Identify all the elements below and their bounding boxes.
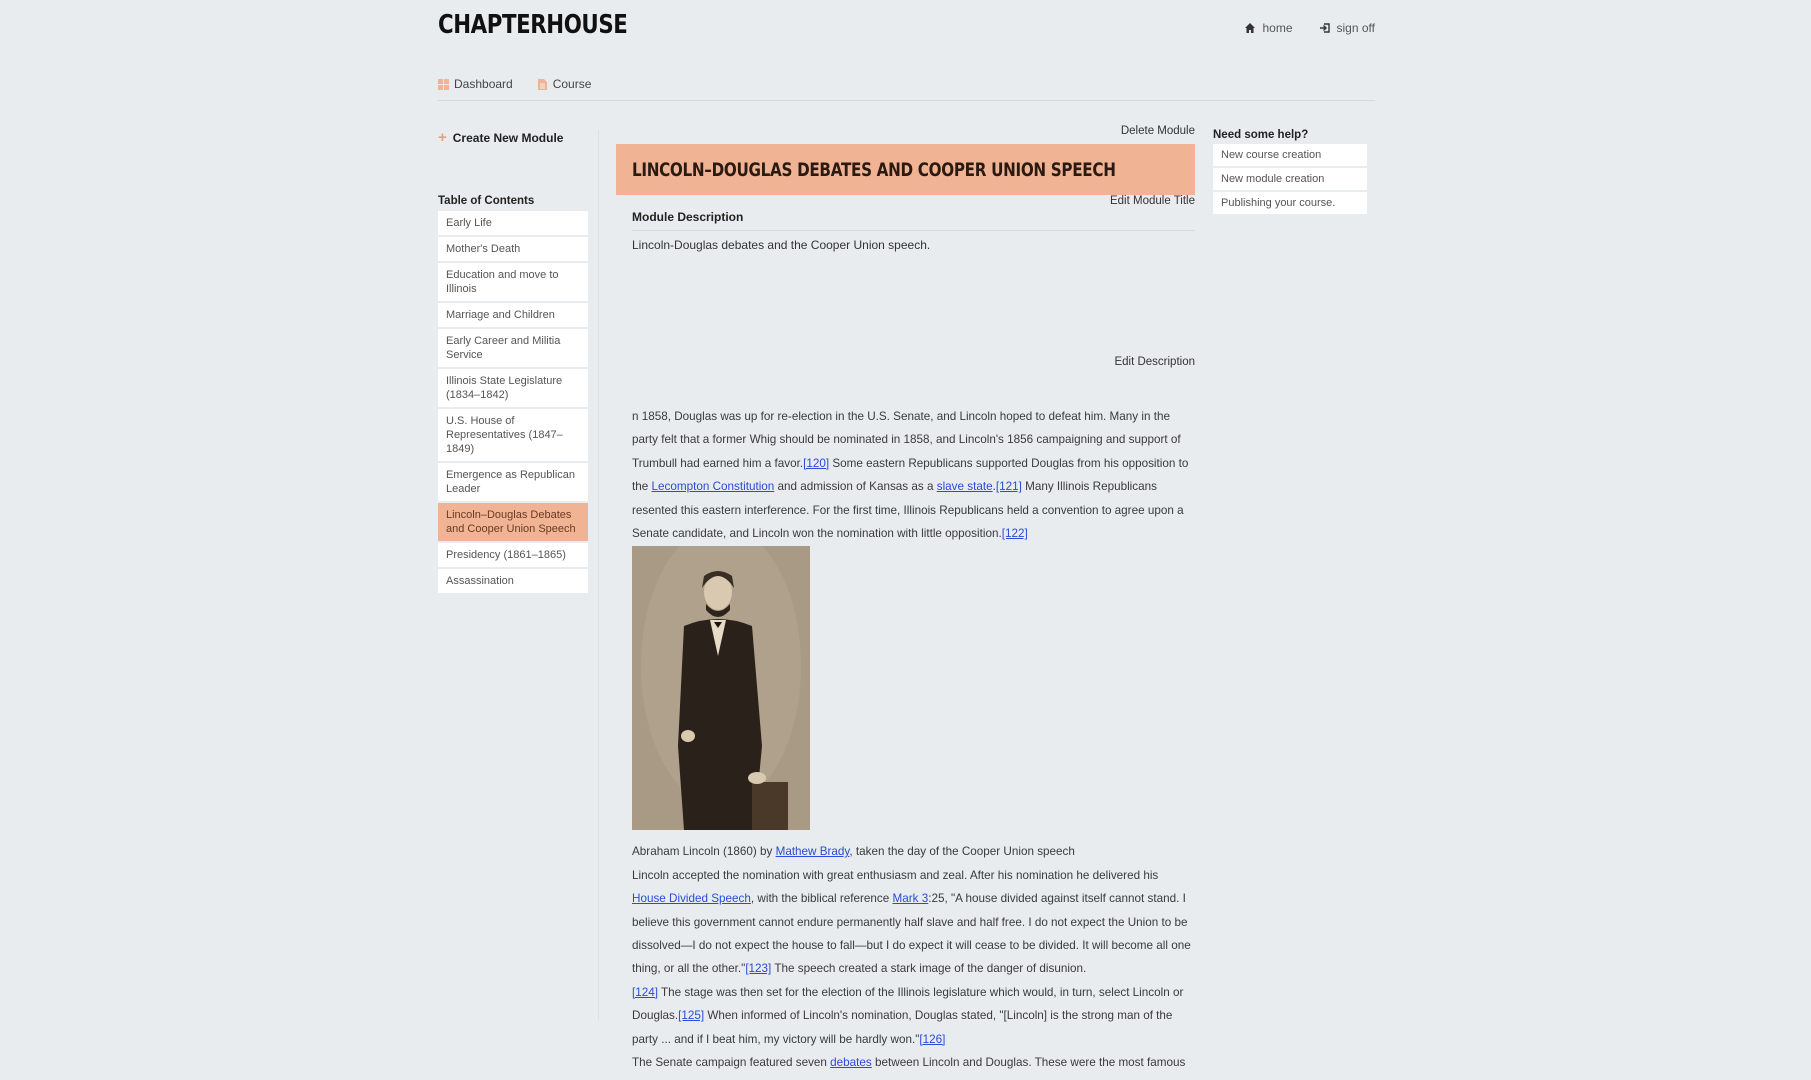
- page: CHAPTERHOUSE home sign off Dashboard Cou…: [438, 0, 1375, 1080]
- toc-item[interactable]: Early Career and Militia Service: [438, 329, 588, 367]
- lincoln-portrait-image: [632, 546, 810, 831]
- create-module-button[interactable]: + Create New Module: [438, 130, 598, 145]
- toc-item[interactable]: Early Life: [438, 211, 588, 235]
- module-description-text: Lincoln-Douglas debates and the Cooper U…: [632, 238, 931, 252]
- toc-item-active[interactable]: Lincoln–Douglas Debates and Cooper Union…: [438, 503, 588, 541]
- citation-link[interactable]: [120]: [803, 457, 829, 470]
- citation-link[interactable]: [122]: [1002, 527, 1028, 540]
- toc-title: Table of Contents: [438, 195, 535, 207]
- sign-off-label: sign off: [1336, 21, 1375, 35]
- help-link-publishing[interactable]: Publishing your course.: [1213, 192, 1367, 214]
- sign-off-icon: [1319, 23, 1330, 33]
- nav-dashboard[interactable]: Dashboard: [438, 77, 513, 91]
- dashboard-icon: [438, 78, 449, 90]
- toc-item[interactable]: U.S. House of Representatives (1847–1849…: [438, 409, 588, 461]
- mathew-brady-link[interactable]: Mathew Brady: [776, 845, 850, 858]
- course-icon: [537, 78, 547, 90]
- citation-link[interactable]: [125]: [678, 1009, 704, 1022]
- debates-link[interactable]: debates: [830, 1056, 872, 1069]
- house-divided-speech-link[interactable]: House Divided Speech: [632, 892, 751, 905]
- toc-item[interactable]: Illinois State Legislature (1834–1842): [438, 369, 588, 407]
- lincoln-portrait-illustration: [632, 546, 810, 831]
- mark-3-link[interactable]: Mark 3: [893, 892, 929, 905]
- home-icon: [1245, 23, 1256, 33]
- module-description-heading: Module Description: [632, 210, 1195, 231]
- body-text: The Senate campaign featured seven: [632, 1056, 831, 1070]
- help-link-new-module[interactable]: New module creation: [1213, 168, 1367, 190]
- module-title: LINCOLN–DOUGLAS DEBATES AND COOPER UNION…: [632, 158, 1116, 181]
- plus-icon: +: [438, 129, 447, 146]
- nav-course[interactable]: Course: [537, 77, 592, 91]
- toc-item[interactable]: Assassination: [438, 569, 588, 593]
- toc-item[interactable]: Marriage and Children: [438, 303, 588, 327]
- help-title: Need some help?: [1213, 129, 1309, 141]
- caption-text: , taken the day of the Cooper Union spee…: [849, 845, 1075, 859]
- table-of-contents: Early Life Mother's Death Education and …: [438, 211, 588, 593]
- module-content: Delete Module LINCOLN–DOUGLAS DEBATES AN…: [616, 125, 1195, 1075]
- nav-dashboard-label: Dashboard: [454, 77, 513, 91]
- module-body-paragraph-1: n 1858, Douglas was up for re-election i…: [632, 405, 1195, 545]
- main-nav: Dashboard Course: [438, 77, 591, 91]
- nav-course-label: Course: [552, 77, 592, 91]
- home-link[interactable]: home: [1244, 21, 1293, 35]
- toc-item[interactable]: Presidency (1861–1865): [438, 543, 588, 567]
- lecompton-constitution-link[interactable]: Lecompton Constitution: [652, 480, 775, 493]
- body-text: , with the biblical reference: [750, 892, 893, 906]
- brand-logo[interactable]: CHAPTERHOUSE: [438, 10, 628, 40]
- body-text: The speech created a stark image of the …: [771, 962, 1087, 976]
- body-text: When informed of Lincoln's nomination, D…: [632, 1009, 1173, 1046]
- create-module-label: Create New Module: [452, 130, 564, 145]
- caption-text: Abraham Lincoln (1860) by: [632, 845, 776, 859]
- sidebar-divider: [598, 130, 599, 1020]
- header-divider: [438, 100, 1375, 101]
- sidebar: + Create New Module Table of Contents Ea…: [438, 130, 598, 595]
- toc-item[interactable]: Mother's Death: [438, 237, 588, 261]
- slave-state-link[interactable]: slave state: [937, 480, 993, 493]
- home-label: home: [1262, 21, 1293, 35]
- body-text: and admission of Kansas as a: [774, 480, 937, 494]
- help-link-new-course[interactable]: New course creation: [1213, 144, 1367, 166]
- image-caption: Abraham Lincoln (1860) by Mathew Brady, …: [632, 840, 1195, 863]
- module-body-paragraph-2: Lincoln accepted the nomination with gre…: [632, 864, 1195, 1051]
- citation-link[interactable]: [126]: [919, 1033, 945, 1046]
- delete-module-button[interactable]: Delete Module: [616, 125, 1195, 137]
- citation-link[interactable]: [121]: [996, 480, 1022, 493]
- body-text: between Lincoln and Douglas. These were …: [871, 1056, 1186, 1070]
- citation-link[interactable]: [123]: [745, 962, 771, 975]
- toc-item[interactable]: Emergence as Republican Leader: [438, 463, 588, 501]
- edit-module-title-button[interactable]: Edit Module Title: [616, 195, 1195, 207]
- edit-description-button[interactable]: Edit Description: [616, 356, 1195, 368]
- module-body-paragraph-3: The Senate campaign featured seven debat…: [632, 1051, 1195, 1074]
- module-title-banner: LINCOLN–DOUGLAS DEBATES AND COOPER UNION…: [616, 144, 1195, 195]
- body-text: Lincoln accepted the nomination with gre…: [632, 868, 1159, 882]
- sign-off-link[interactable]: sign off: [1319, 21, 1375, 35]
- help-panel: Need some help? New course creation New …: [1213, 129, 1367, 216]
- top-nav: home sign off: [1244, 21, 1375, 35]
- toc-item[interactable]: Education and move to Illinois: [438, 263, 588, 301]
- citation-link[interactable]: [124]: [632, 986, 658, 999]
